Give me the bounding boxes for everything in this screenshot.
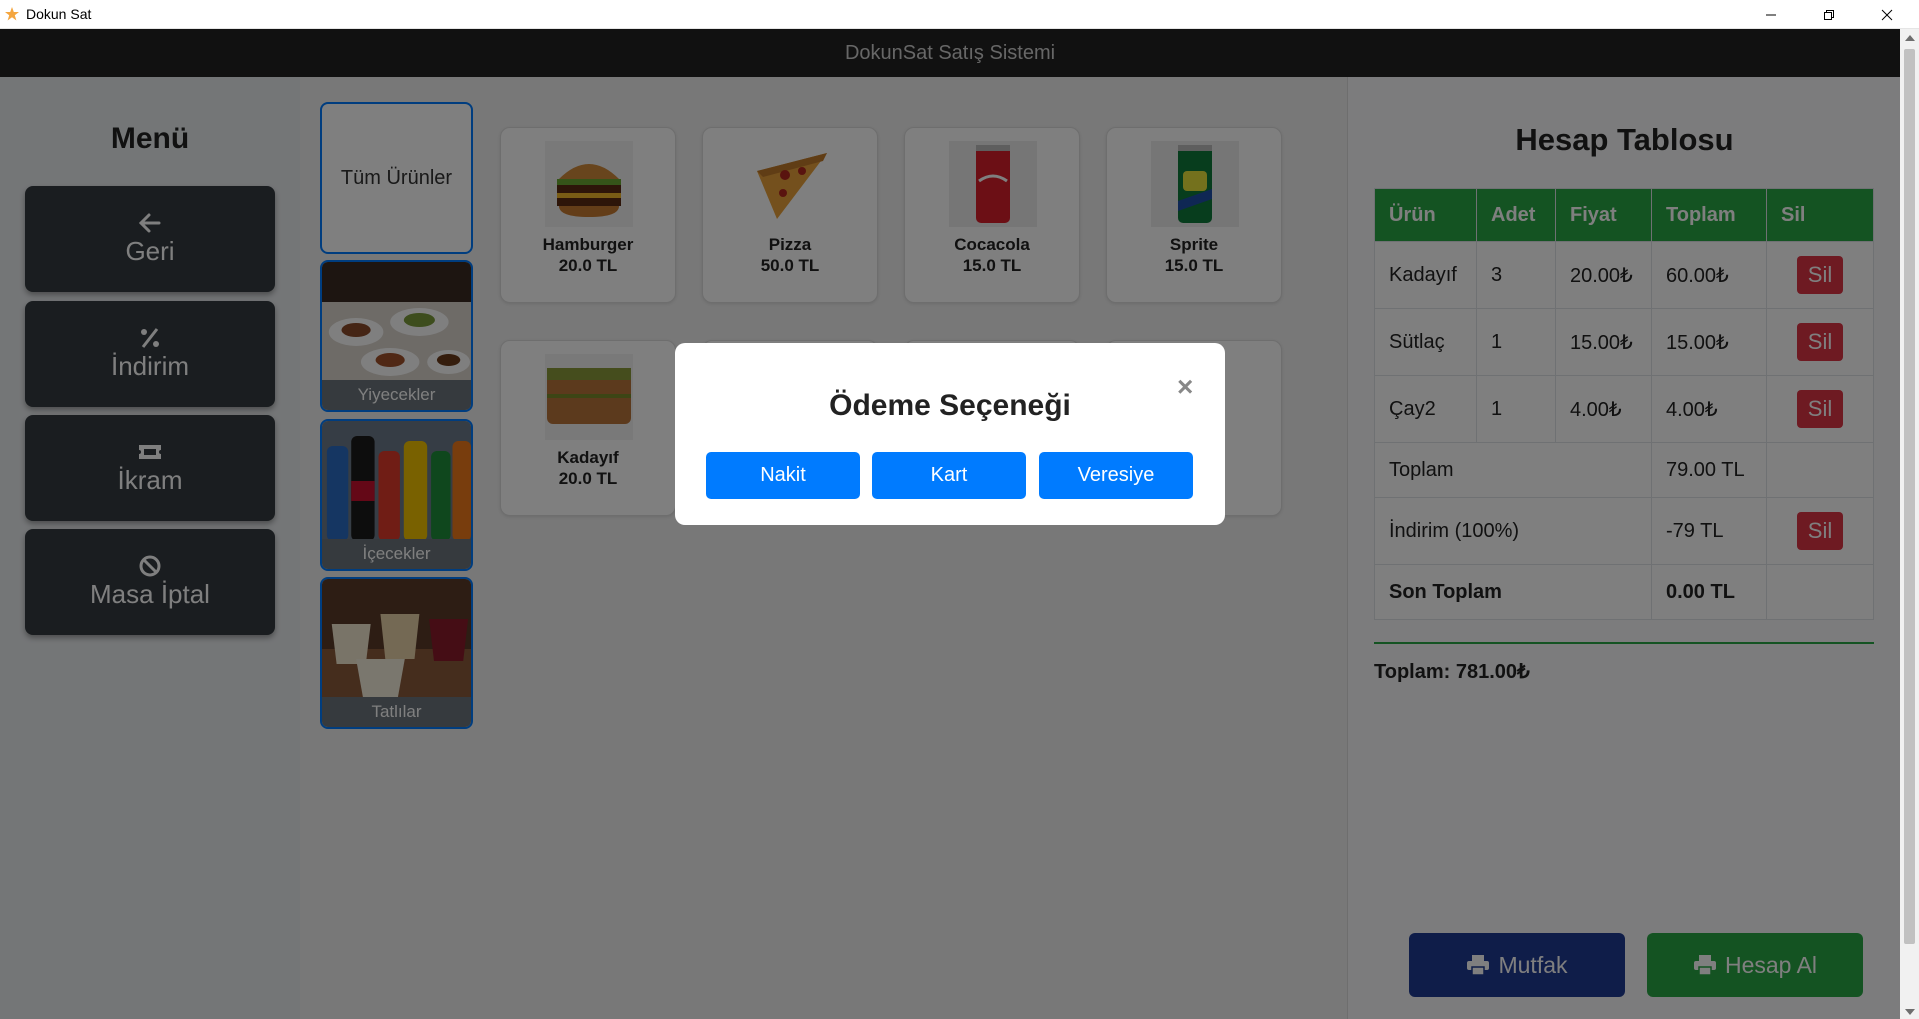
- window-title: Dokun Sat: [26, 6, 92, 22]
- close-window-button[interactable]: [1858, 0, 1916, 29]
- scroll-up-arrow-icon[interactable]: [1905, 35, 1915, 41]
- window-titlebar: Dokun Sat: [0, 0, 1919, 29]
- pay-credit-button[interactable]: Veresiye: [1039, 452, 1193, 499]
- vertical-scrollbar[interactable]: [1900, 29, 1919, 1019]
- close-icon: [1881, 9, 1893, 20]
- modal-title: Ödeme Seçeneği: [829, 389, 1071, 422]
- restore-icon: [1824, 9, 1834, 20]
- scroll-thumb[interactable]: [1904, 49, 1915, 944]
- modal-backdrop[interactable]: Ödeme Seçeneği × Nakit Kart Veresiye: [0, 29, 1900, 1019]
- pay-cash-button[interactable]: Nakit: [706, 452, 860, 499]
- payment-option-modal: Ödeme Seçeneği × Nakit Kart Veresiye: [675, 343, 1225, 525]
- pay-card-button[interactable]: Kart: [872, 452, 1026, 499]
- scroll-down-arrow-icon[interactable]: [1905, 1009, 1915, 1015]
- minimize-button[interactable]: [1742, 0, 1800, 29]
- modal-close-button[interactable]: ×: [1177, 373, 1193, 401]
- app-logo-icon: [5, 7, 19, 21]
- restore-button[interactable]: [1800, 0, 1858, 29]
- minimize-icon: [1766, 14, 1776, 15]
